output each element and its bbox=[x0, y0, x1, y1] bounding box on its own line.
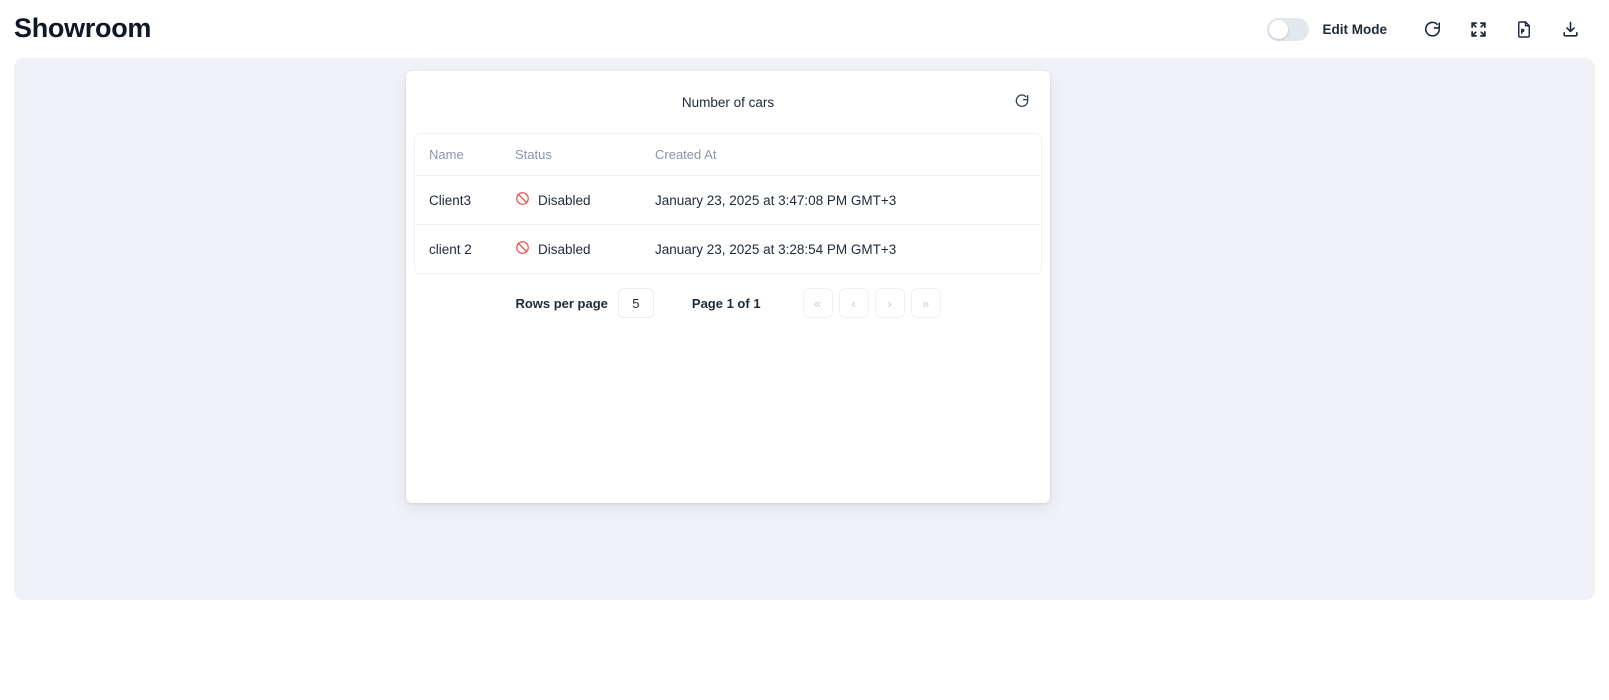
refresh-icon bbox=[1014, 93, 1030, 112]
download-icon bbox=[1561, 20, 1580, 39]
ban-icon bbox=[515, 240, 530, 258]
pagination-buttons: « ‹ › » bbox=[802, 288, 941, 318]
status-label: Disabled bbox=[538, 241, 591, 257]
card-refresh-button[interactable] bbox=[1008, 88, 1036, 116]
table-row[interactable]: Client3 Disabled January 23, 2025 at 3:4… bbox=[415, 175, 1041, 225]
column-header-created-at[interactable]: Created At bbox=[655, 134, 1041, 176]
first-page-button[interactable]: « bbox=[802, 288, 833, 318]
previous-page-button[interactable]: ‹ bbox=[838, 288, 869, 318]
rows-per-page-label: Rows per page bbox=[515, 295, 608, 311]
column-header-status[interactable]: Status bbox=[515, 134, 655, 176]
export-pdf-button[interactable] bbox=[1501, 9, 1547, 49]
table-header-row: Name Status Created At bbox=[415, 134, 1041, 176]
cell-name: Client3 bbox=[415, 175, 515, 225]
rows-per-page-select[interactable]: 5 bbox=[617, 288, 654, 318]
card-title: Number of cars bbox=[681, 94, 775, 110]
fullscreen-icon bbox=[1469, 20, 1488, 39]
pdf-file-icon bbox=[1515, 20, 1533, 39]
edit-mode-label: Edit Mode bbox=[1322, 21, 1388, 37]
card-header: Number of cars bbox=[406, 71, 1050, 133]
status-label: Disabled bbox=[538, 192, 591, 208]
cell-status: Disabled bbox=[515, 225, 655, 274]
page-indicator: Page 1 of 1 bbox=[691, 295, 761, 311]
toggle-knob bbox=[1268, 19, 1288, 39]
table-body: Client3 Disabled January 23, 2025 at 3:4… bbox=[415, 175, 1041, 274]
top-bar-actions: Edit Mode bbox=[1266, 9, 1594, 49]
fullscreen-button[interactable] bbox=[1455, 9, 1501, 49]
download-button[interactable] bbox=[1547, 9, 1593, 49]
number-of-cars-card: Number of cars Name Status Created At Cl… bbox=[406, 71, 1050, 503]
cell-created-at: January 23, 2025 at 3:47:08 PM GMT+3 bbox=[655, 175, 1041, 225]
page-title: Showroom bbox=[14, 12, 152, 43]
cell-created-at: January 23, 2025 at 3:28:54 PM GMT+3 bbox=[655, 241, 897, 257]
last-page-button[interactable]: » bbox=[910, 288, 941, 318]
ban-icon bbox=[515, 191, 530, 209]
column-header-name[interactable]: Name bbox=[415, 134, 515, 176]
app-root: Showroom Edit Mode Number of cars Name S… bbox=[0, 0, 1609, 700]
next-page-button[interactable]: › bbox=[874, 288, 905, 318]
refresh-button[interactable] bbox=[1409, 9, 1455, 49]
data-table-container: Name Status Created At Client3 Disabled … bbox=[414, 133, 1042, 274]
cell-name: client 2 bbox=[429, 241, 472, 257]
data-table: Name Status Created At Client3 Disabled … bbox=[415, 134, 1041, 273]
cell-status: Disabled bbox=[515, 175, 655, 225]
dashboard-canvas: Number of cars Name Status Created At Cl… bbox=[14, 58, 1595, 600]
refresh-icon bbox=[1423, 20, 1442, 39]
edit-mode-toggle[interactable] bbox=[1266, 17, 1309, 41]
table-row[interactable]: client 2 Disabled January 23, 2025 at 3:… bbox=[415, 225, 1041, 274]
pagination-bar: Rows per page 5 Page 1 of 1 « ‹ › » bbox=[406, 274, 1050, 318]
top-bar: Showroom Edit Mode bbox=[0, 0, 1609, 58]
table-head: Name Status Created At bbox=[415, 134, 1041, 176]
